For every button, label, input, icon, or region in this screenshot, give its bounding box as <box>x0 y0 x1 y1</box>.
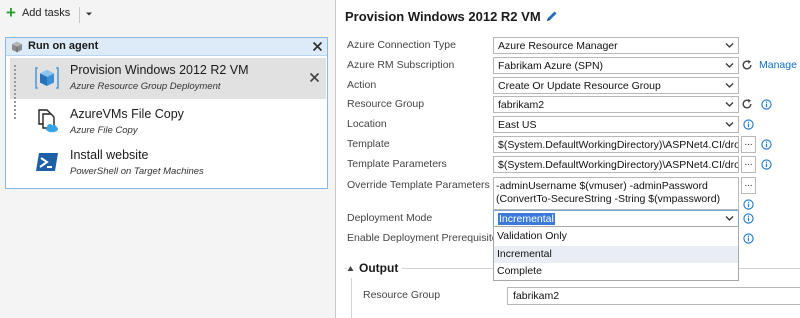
add-tasks-label: Add tasks <box>21 7 71 19</box>
azure-rm-subscription-label: Azure RM Subscription <box>347 59 455 71</box>
deployment-mode-label: Deployment Mode <box>347 212 433 224</box>
info-icon[interactable] <box>761 139 772 150</box>
deployment-mode-dropdown-list: Validation Only Incremental Complete <box>493 226 739 281</box>
close-icon[interactable] <box>311 40 324 53</box>
task-name: Provision Windows 2012 R2 VM <box>70 63 249 77</box>
add-tasks-button[interactable]: + Add tasks <box>6 3 71 22</box>
agent-phase-icon <box>12 41 22 53</box>
override-template-parameters-textarea[interactable]: -adminUsername $(vmuser) -adminPassword … <box>493 177 739 210</box>
chevron-down-icon <box>725 122 734 127</box>
task-item-install-website[interactable]: Install website PowerShell on Target Mac… <box>10 143 326 181</box>
location-select[interactable]: East US <box>493 116 739 133</box>
azure-rm-subscription-value: Fabrikam Azure (SPN) <box>498 60 604 72</box>
manage-link[interactable]: Manage <box>759 59 797 71</box>
override-template-parameters-label: Override Template Parameters <box>347 179 490 191</box>
azure-connection-type-select[interactable]: Azure Resource Manager <box>493 37 739 54</box>
chevron-down-icon <box>725 216 734 221</box>
chevron-down-icon <box>725 43 734 48</box>
template-parameters-value: $(System.DefaultWorkingDirectory)\ASPNet… <box>498 159 739 171</box>
powershell-icon <box>36 153 58 171</box>
drag-handle[interactable] <box>14 65 19 119</box>
deployment-mode-select[interactable]: Incremental <box>493 210 739 227</box>
agent-phase-header[interactable]: Run on agent <box>6 38 327 56</box>
task-name: AzureVMs File Copy <box>70 107 184 121</box>
template-parameters-label: Template Parameters <box>347 158 447 170</box>
task-name: Install website <box>70 148 149 162</box>
task-list-pane: + Add tasks Run on agent Provision Windo… <box>0 0 336 318</box>
template-label: Template <box>347 138 390 150</box>
output-section-border <box>351 278 352 318</box>
resource-group-value: fabrikam2 <box>498 99 545 111</box>
chevron-down-icon <box>725 83 734 88</box>
azure-connection-type-label: Azure Connection Type <box>347 39 456 51</box>
dropdown-option-incremental[interactable]: Incremental <box>494 246 738 263</box>
template-parameters-browse-button[interactable]: ... <box>741 156 756 173</box>
dropdown-option-validation-only[interactable]: Validation Only <box>494 228 738 245</box>
task-subtitle: Azure File Copy <box>70 125 138 136</box>
info-icon[interactable] <box>761 99 772 110</box>
resource-group-label: Resource Group <box>347 98 425 110</box>
task-subtitle: Azure Resource Group Deployment <box>70 81 221 92</box>
chevron-down-icon <box>725 102 734 107</box>
deployment-mode-value: Incremental <box>498 213 555 225</box>
task-editor-title: Provision Windows 2012 R2 VM <box>345 9 541 24</box>
output-resource-group-label: Resource Group <box>363 289 441 301</box>
refresh-icon[interactable] <box>741 59 753 71</box>
collapse-triangle-icon <box>347 265 354 271</box>
location-label: Location <box>347 118 387 130</box>
refresh-icon[interactable] <box>741 98 753 110</box>
template-input[interactable]: $(System.DefaultWorkingDirectory)\ASPNet… <box>493 136 739 153</box>
azure-file-copy-icon <box>38 109 58 133</box>
action-label: Action <box>347 79 377 91</box>
task-item-provision-vm[interactable]: Provision Windows 2012 R2 VM Azure Resou… <box>10 58 326 119</box>
template-value: $(System.DefaultWorkingDirectory)\ASPNet… <box>498 139 739 151</box>
action-value: Create Or Update Resource Group <box>498 80 661 92</box>
azure-connection-type-value: Azure Resource Manager <box>498 40 618 52</box>
output-resource-group-input[interactable]: fabrikam2 <box>507 287 800 305</box>
plus-icon: + <box>6 3 16 22</box>
chevron-down-icon[interactable] <box>83 8 95 20</box>
output-section-header[interactable]: Output <box>347 261 403 275</box>
action-select[interactable]: Create Or Update Resource Group <box>493 77 739 94</box>
toolbar-divider <box>79 7 80 23</box>
chevron-down-icon <box>725 63 734 68</box>
output-heading: Output <box>359 261 399 275</box>
info-icon[interactable] <box>743 213 754 224</box>
info-icon[interactable] <box>761 159 772 170</box>
info-icon[interactable] <box>743 199 754 210</box>
agent-phase-panel: Run on agent Provision Windows 2012 R2 V… <box>5 37 328 189</box>
azure-resource-group-icon <box>35 67 59 89</box>
task-toolbar: + Add tasks <box>0 0 336 30</box>
task-item-azure-file-copy[interactable]: AzureVMs File Copy Azure File Copy <box>10 102 326 140</box>
agent-phase-title: Run on agent <box>28 40 99 52</box>
close-icon[interactable] <box>308 71 321 84</box>
pencil-icon[interactable] <box>545 10 558 23</box>
task-subtitle: PowerShell on Target Machines <box>70 166 204 177</box>
resource-group-select[interactable]: fabrikam2 <box>493 96 739 113</box>
template-browse-button[interactable]: ... <box>741 136 756 153</box>
template-parameters-input[interactable]: $(System.DefaultWorkingDirectory)\ASPNet… <box>493 156 739 173</box>
info-icon[interactable] <box>743 119 754 130</box>
override-line-2: (ConvertTo-SecureString -String $(vmpass… <box>496 193 721 205</box>
override-line-1: -adminUsername $(vmuser) -adminPassword <box>496 180 708 192</box>
override-parameters-browse-button[interactable]: ... <box>741 177 756 194</box>
azure-rm-subscription-select[interactable]: Fabrikam Azure (SPN) <box>493 57 739 74</box>
location-value: East US <box>498 119 537 131</box>
dropdown-option-complete[interactable]: Complete <box>494 263 738 280</box>
task-editor-pane: Provision Windows 2012 R2 VM Azure Conne… <box>337 0 800 318</box>
enable-deployment-prerequisites-label: Enable Deployment Prerequisites <box>347 232 503 244</box>
info-icon[interactable] <box>743 233 754 244</box>
